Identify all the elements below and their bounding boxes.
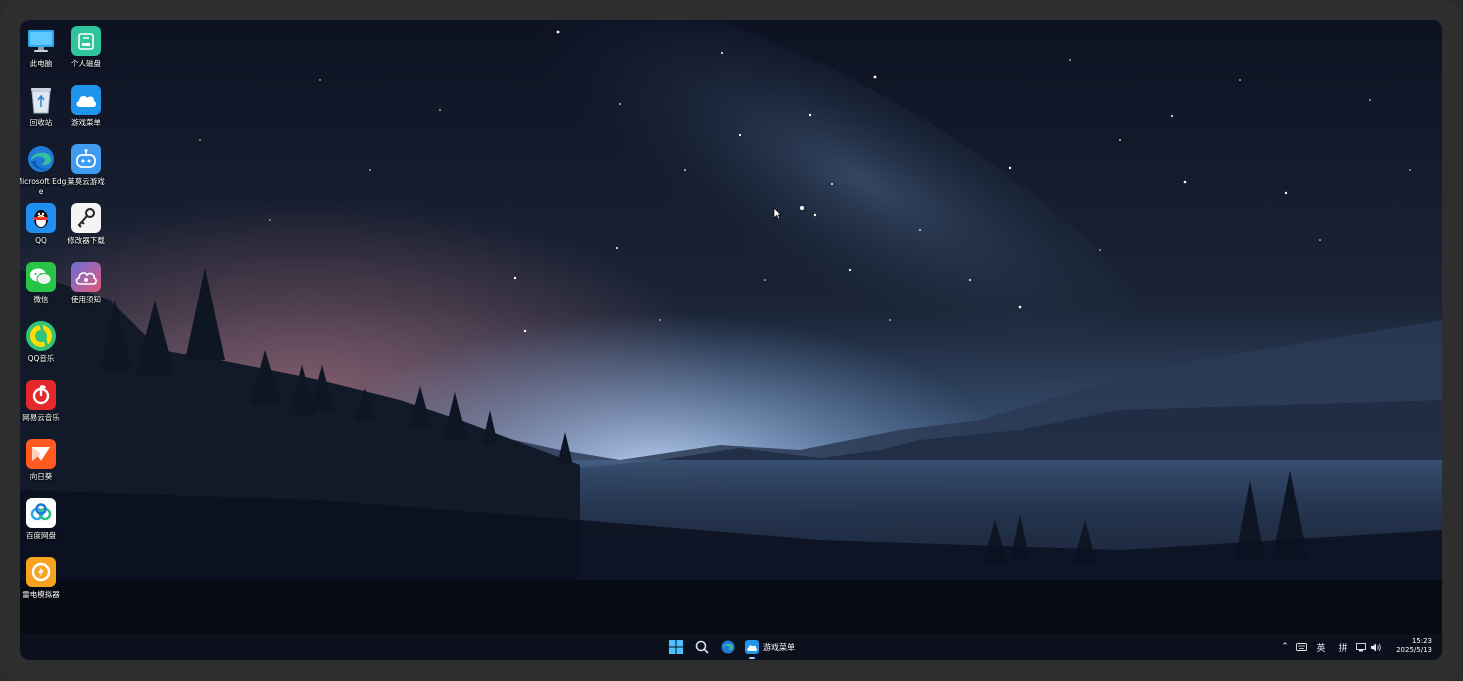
- netease-music-icon: [26, 380, 56, 410]
- desktop-icon-label: 莱莫云游戏: [67, 177, 105, 186]
- desktop-icon-label: 游戏菜单: [71, 118, 101, 127]
- desktop-icon-baidu-netdisk[interactable]: 百度网盘: [20, 492, 68, 541]
- recycle-bin-icon: [26, 85, 56, 115]
- desktop-icon-label: 雷电模拟器: [22, 590, 60, 599]
- search-icon: [695, 640, 709, 654]
- baidu-netdisk-icon: [26, 498, 56, 528]
- taskbar-game-menu-button[interactable]: 游戏菜单: [745, 637, 807, 657]
- desktop-icon-qq-music[interactable]: QQ音乐: [20, 315, 68, 364]
- edge-icon: [26, 144, 56, 174]
- edge-icon: [721, 640, 735, 654]
- desktop-icon-label: 百度网盘: [26, 531, 56, 540]
- system-tray: ⌃ 英 拼: [1278, 634, 1382, 660]
- cloud-notice-icon: [71, 262, 101, 292]
- keyboard-icon[interactable]: [1292, 643, 1310, 651]
- ime-mode-indicator[interactable]: 拼: [1332, 641, 1354, 654]
- clock-time: 15:23: [1411, 637, 1432, 645]
- desktop-icon-label: 向日葵: [29, 472, 53, 481]
- desktop-icon-netease-music[interactable]: 网易云音乐: [20, 374, 68, 423]
- desktop-icon-label: 个人磁盘: [71, 59, 101, 68]
- ime-language-indicator[interactable]: 英: [1310, 641, 1332, 654]
- wallpaper: [20, 20, 1442, 660]
- gamepad-robot-icon: [71, 144, 101, 174]
- desktop-icon-sunflower[interactable]: 向日葵: [20, 433, 68, 482]
- qq-penguin-icon: [26, 203, 56, 233]
- mouse-cursor-icon: [773, 207, 782, 220]
- desktop-icon-cloud-game[interactable]: 莱莫云游戏: [59, 138, 113, 187]
- start-button[interactable]: [666, 637, 686, 657]
- taskbar-search-button[interactable]: [692, 637, 712, 657]
- desktop-icon-trainer-download[interactable]: 修改器下载: [59, 197, 113, 246]
- desktop-icon-label: 使用须知: [71, 295, 101, 304]
- window-frame: 此电脑 回收站 Microsoft Edge QQ 微信 QQ音乐 网易云音乐 …: [0, 0, 1463, 681]
- desktop-icon-label: 网易云音乐: [22, 413, 60, 422]
- desktop-icon-game-menu[interactable]: 游戏菜单: [59, 79, 113, 128]
- network-icon[interactable]: [1354, 642, 1368, 652]
- windows-logo-icon: [669, 640, 683, 654]
- wechat-icon: [26, 262, 56, 292]
- cloud-game-menu-icon: [745, 640, 759, 654]
- qq-music-icon: [26, 321, 56, 351]
- taskbar-clock[interactable]: 15:23 2025/5/13: [1396, 637, 1432, 655]
- desktop-icon-personal-disk[interactable]: 个人磁盘: [59, 20, 113, 69]
- ldplayer-icon: [26, 557, 56, 587]
- clock-date: 2025/5/13: [1396, 646, 1432, 654]
- monitor-icon: [26, 26, 56, 56]
- personal-disk-icon: [71, 26, 101, 56]
- cloud-game-menu-icon: [71, 85, 101, 115]
- taskbar-app-label: 游戏菜单: [763, 642, 795, 652]
- desktop-screen: 此电脑 回收站 Microsoft Edge QQ 微信 QQ音乐 网易云音乐 …: [20, 20, 1442, 660]
- running-indicator: [749, 657, 755, 659]
- sunflower-remote-icon: [26, 439, 56, 469]
- taskbar-edge-button[interactable]: [718, 637, 738, 657]
- desktop-icon-usage-notice[interactable]: 使用须知: [59, 256, 113, 305]
- wrench-key-icon: [71, 203, 101, 233]
- desktop-icon-ldplayer[interactable]: 雷电模拟器: [20, 551, 68, 600]
- chevron-up-icon[interactable]: ⌃: [1278, 642, 1292, 652]
- desktop-icon-label: QQ音乐: [27, 354, 55, 363]
- desktop-icon-label: 修改器下载: [67, 236, 105, 245]
- volume-icon[interactable]: [1368, 643, 1382, 652]
- taskbar: 游戏菜单 ⌃ 英 拼 15:23 2025/5/13: [20, 634, 1442, 660]
